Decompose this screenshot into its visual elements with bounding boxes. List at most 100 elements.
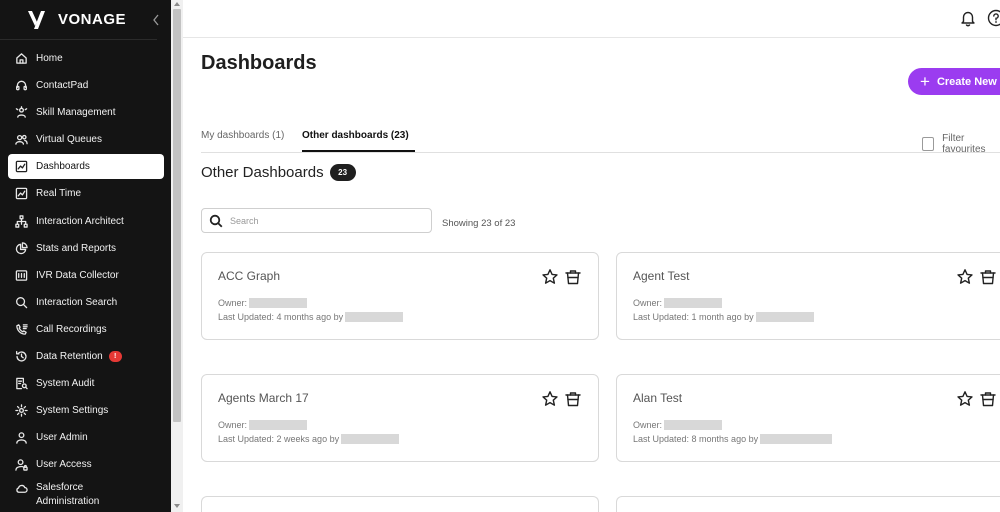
dashboard-card[interactable]: Agents March 17 Owner: Last Updated: 2 w… (201, 374, 599, 462)
favourite-star-icon[interactable] (541, 268, 559, 286)
dashboard-updated: Last Updated: 4 months ago by (218, 312, 404, 322)
sidebar-item-stats-and-reports[interactable]: Stats and Reports (0, 235, 171, 262)
dashboard-card[interactable] (201, 496, 599, 512)
sidebar-scrollbar[interactable] (171, 0, 183, 512)
create-new-button[interactable]: + Create New (908, 68, 1000, 95)
search-icon (209, 214, 223, 227)
ivr-icon (14, 268, 28, 282)
sidebar-item-label: Stats and Reports (36, 242, 117, 254)
sidebar-item-label: System Audit (36, 378, 95, 390)
sidebar-item-user-access[interactable]: User Access (0, 451, 171, 478)
tab-other-dashboards[interactable]: Other dashboards (23) (302, 130, 409, 141)
sidebar-item-call-recordings[interactable]: Call Recordings (0, 316, 171, 343)
delete-trash-icon[interactable] (564, 390, 582, 408)
sidebar-item-contactpad[interactable]: ContactPad (0, 72, 171, 99)
skill-icon (14, 106, 28, 120)
sidebar-nav: Home ContactPad Skill Management Virtual… (0, 45, 171, 512)
redacted-user (760, 434, 833, 444)
tab-my-dashboards[interactable]: My dashboards (1) (201, 130, 284, 141)
history-icon (14, 349, 28, 363)
sidebar-item-system-settings[interactable]: System Settings (0, 397, 171, 424)
chart-icon (14, 160, 28, 174)
dashboard-name: Alan Test (633, 391, 683, 405)
sidebar: VONAGE Home ContactPad Skill Management … (0, 0, 171, 512)
showing-count: Showing 23 of 23 (442, 218, 516, 229)
dashboard-owner: Owner: (633, 420, 723, 430)
redacted-owner (249, 298, 308, 308)
redacted-owner (249, 420, 308, 430)
sidebar-item-label: Interaction Architect (36, 215, 124, 227)
section-header: Other Dashboards 23 (201, 164, 356, 181)
dashboard-name: Agents March 17 (218, 391, 309, 405)
dashboard-card[interactable]: Agent Test Owner: Last Updated: 1 month … (616, 252, 1000, 340)
dashboard-owner: Owner: (218, 298, 308, 308)
search-input[interactable] (230, 215, 420, 226)
gear-icon (14, 404, 28, 418)
redacted-user (345, 312, 404, 322)
sidebar-item-label: Home (36, 53, 63, 65)
sidebar-item-interaction-search[interactable]: Interaction Search (0, 289, 171, 316)
user-access-icon (14, 458, 28, 472)
sidebar-item-virtual-queues[interactable]: Virtual Queues (0, 126, 171, 153)
updated-label: Last Updated: 8 months ago by (633, 434, 759, 444)
dashboard-card[interactable]: Alan Test Owner: Last Updated: 8 months … (616, 374, 1000, 462)
sidebar-item-real-time[interactable]: Real Time (0, 180, 171, 207)
create-new-label: Create New (936, 75, 997, 88)
redacted-user (755, 312, 814, 322)
collapse-sidebar-icon[interactable] (150, 12, 162, 28)
bell-icon[interactable] (959, 9, 977, 27)
scroll-thumb[interactable] (173, 9, 181, 422)
sidebar-item-data-retention[interactable]: Data Retention ! (0, 343, 171, 370)
headset-icon (14, 79, 28, 93)
delete-trash-icon[interactable] (979, 268, 997, 286)
dashboard-name: Agent Test (633, 269, 690, 283)
page-title: Dashboards (201, 52, 317, 74)
updated-label: Last Updated: 1 month ago by (633, 312, 754, 322)
sidebar-item-label: Data Retention (36, 350, 103, 362)
home-icon (14, 52, 28, 66)
sidebar-item-interaction-architect[interactable]: Interaction Architect (0, 207, 171, 234)
filter-favourites-checkbox[interactable] (922, 137, 935, 151)
dashboard-updated: Last Updated: 1 month ago by (633, 312, 814, 322)
sidebar-item-home[interactable]: Home (0, 45, 171, 72)
sidebar-item-dashboards[interactable]: Dashboards (8, 154, 164, 180)
favourite-star-icon[interactable] (541, 390, 559, 408)
dashboard-card[interactable] (616, 496, 1000, 512)
delete-trash-icon[interactable] (979, 390, 997, 408)
sidebar-item-skill-management[interactable]: Skill Management (0, 99, 171, 126)
sidebar-item-user-admin[interactable]: User Admin (0, 424, 171, 451)
sidebar-item-ivr-data-collector[interactable]: IVR Data Collector (0, 262, 171, 289)
top-bar (183, 0, 1000, 38)
delete-trash-icon[interactable] (564, 268, 582, 286)
favourite-star-icon[interactable] (956, 268, 974, 286)
favourite-star-icon[interactable] (956, 390, 974, 408)
scroll-down-arrow-icon[interactable] (174, 504, 180, 508)
filter-favourites[interactable]: Filter favourites (922, 133, 1000, 155)
dashboard-owner: Owner: (633, 298, 723, 308)
section-title: Other Dashboards (201, 164, 324, 181)
owner-label: Owner: (218, 420, 248, 430)
count-badge: 23 (329, 164, 356, 181)
dashboard-card[interactable]: ACC Graph Owner: Last Updated: 4 months … (201, 252, 599, 340)
owner-label: Owner: (633, 298, 663, 308)
alert-badge: ! (108, 350, 122, 362)
redacted-user (341, 434, 400, 444)
sidebar-item-label: Skill Management (36, 107, 116, 119)
help-icon[interactable] (987, 9, 1000, 27)
filter-favourites-label: Filter favourites (942, 133, 986, 155)
search-box[interactable] (201, 208, 432, 233)
vonage-logo-icon (28, 10, 45, 29)
sidebar-item-label: Real Time (36, 188, 82, 200)
dashboard-tabs: My dashboards (1) Other dashboards (23) (201, 124, 1000, 153)
brand[interactable]: VONAGE (0, 0, 157, 40)
scroll-up-arrow-icon[interactable] (174, 2, 180, 6)
sidebar-item-label: Salesforce Administration (36, 482, 100, 508)
sidebar-item-label: Call Recordings (36, 323, 107, 335)
redacted-owner (664, 420, 723, 430)
sidebar-item-label: Interaction Search (36, 296, 118, 308)
sidebar-item-salesforce-administration[interactable]: Salesforce Administration (0, 478, 171, 512)
sidebar-item-system-audit[interactable]: System Audit (0, 370, 171, 397)
recording-icon (14, 322, 28, 336)
sidebar-item-label: ContactPad (36, 80, 89, 92)
brand-name: VONAGE (58, 11, 127, 28)
